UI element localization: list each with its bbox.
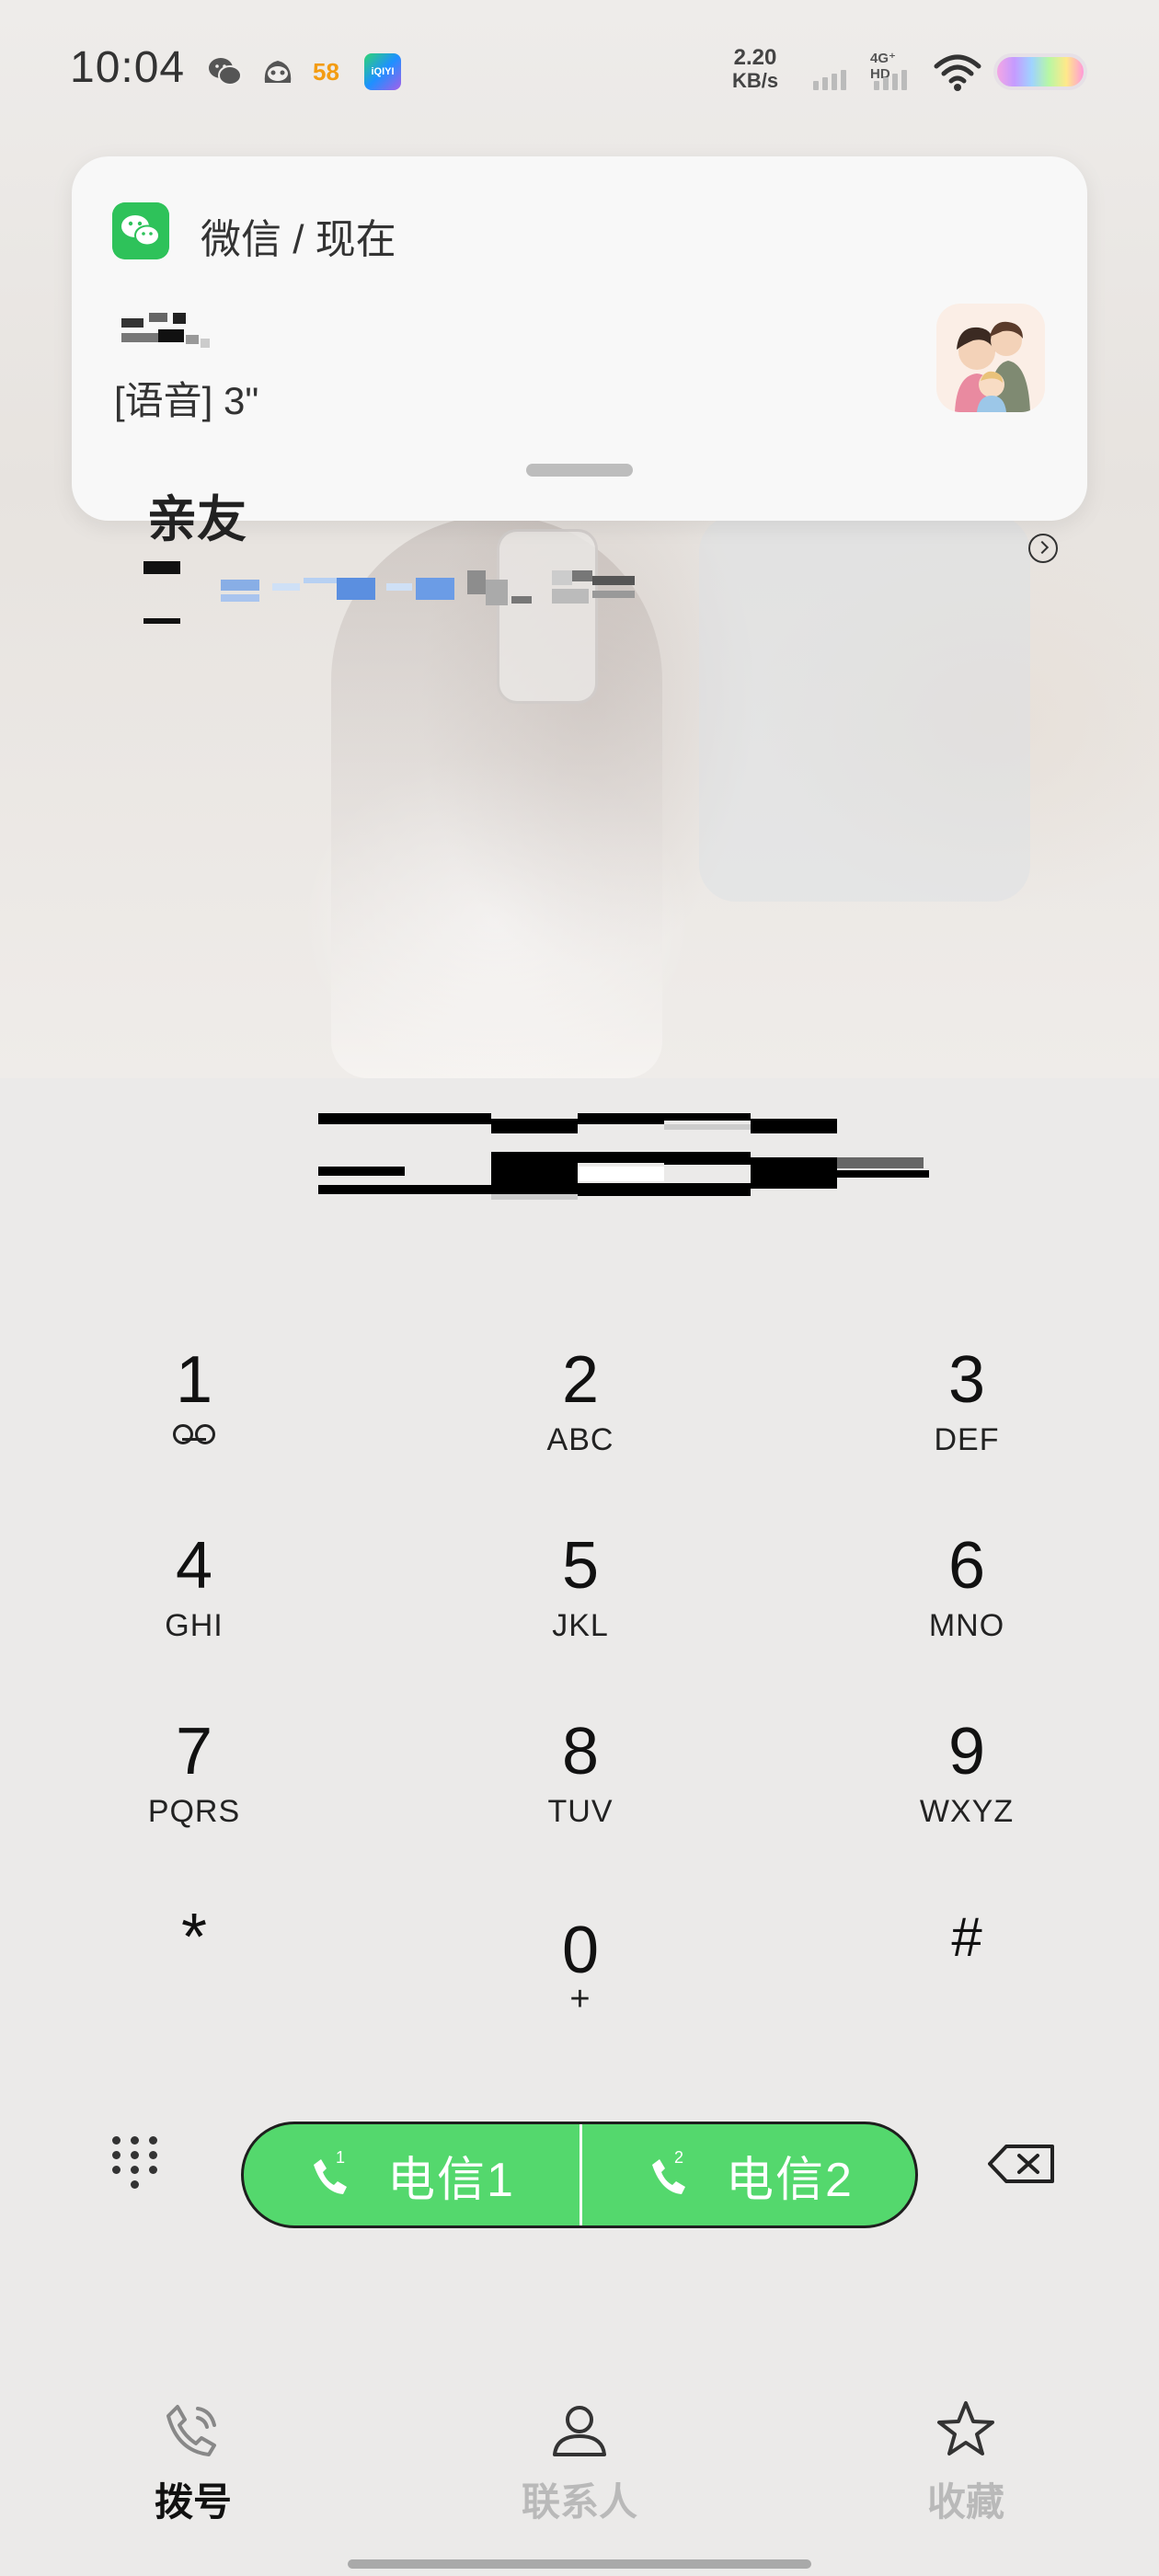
wechat-icon bbox=[209, 58, 242, 86]
status-bar: 10:04 58 iQIYI 2.20 KB/s 4G⁺ HD bbox=[0, 0, 1159, 138]
key-8[interactable]: 8 TUV bbox=[442, 1715, 718, 1871]
qq-icon bbox=[264, 61, 292, 83]
signal-sim1-icon bbox=[809, 52, 855, 92]
wifi-icon bbox=[934, 54, 981, 91]
key-7[interactable]: 7 PQRS bbox=[56, 1715, 332, 1871]
backspace-icon[interactable] bbox=[988, 2144, 1056, 2184]
phone-icon: 2 bbox=[647, 2148, 693, 2198]
key-4[interactable]: 4 GHI bbox=[56, 1529, 332, 1685]
person-icon bbox=[553, 2406, 606, 2456]
network-speed: 2.20 KB/s bbox=[731, 45, 779, 92]
notification-app-name: 微信 / 现在 bbox=[201, 217, 396, 262]
tab-contacts[interactable]: 联系人 bbox=[460, 2374, 699, 2530]
wechat-notification[interactable]: 微信 / 现在 [语音] 3" bbox=[72, 156, 1087, 521]
contact-name: 亲友 bbox=[147, 492, 247, 543]
key-6[interactable]: 6 MNO bbox=[829, 1529, 1105, 1685]
key-5[interactable]: 5 JKL bbox=[442, 1529, 718, 1685]
battery-icon bbox=[993, 53, 1087, 90]
notification-avatar bbox=[936, 304, 1045, 412]
tab-favorites[interactable]: 收藏 bbox=[846, 2374, 1085, 2530]
key-3[interactable]: 3 DEF bbox=[829, 1343, 1105, 1500]
dialpad-toggle-icon[interactable] bbox=[109, 2133, 166, 2190]
58-icon: 58 bbox=[313, 58, 339, 86]
phone-icon: 1 bbox=[308, 2148, 354, 2198]
wechat-app-icon bbox=[112, 202, 169, 259]
bottom-navigation: 拨号 联系人 收藏 bbox=[0, 2374, 1159, 2539]
contact-detail-icon[interactable] bbox=[1028, 534, 1058, 563]
key-1[interactable]: 1 bbox=[56, 1343, 332, 1500]
notification-sender-redacted bbox=[121, 309, 213, 364]
key-star[interactable]: * bbox=[56, 1901, 332, 2057]
iqiyi-icon: iQIYI bbox=[364, 53, 401, 90]
key-9[interactable]: 9 WXYZ bbox=[829, 1715, 1105, 1871]
wallpaper-decoration bbox=[699, 515, 1030, 902]
tab-dial[interactable]: 拨号 bbox=[74, 2374, 313, 2530]
notification-drag-handle[interactable] bbox=[526, 464, 633, 477]
notification-message: [语音] 3" bbox=[114, 379, 259, 422]
signal-sim2-icon: 4G⁺ HD bbox=[870, 51, 916, 92]
status-time: 10:04 bbox=[70, 43, 186, 92]
call-button-group: 1 电信1 2 电信2 bbox=[241, 2122, 918, 2228]
wallpaper-decoration bbox=[497, 529, 598, 704]
key-2[interactable]: 2 ABC bbox=[442, 1343, 718, 1500]
call-sim1-button[interactable]: 1 电信1 bbox=[244, 2124, 580, 2225]
call-sim2-button[interactable]: 2 电信2 bbox=[582, 2124, 915, 2225]
voicemail-icon bbox=[173, 1424, 215, 1444]
dialed-number-display-redacted bbox=[318, 1110, 929, 1200]
phone-call-icon bbox=[166, 2405, 216, 2456]
key-hash[interactable]: # bbox=[829, 1901, 1105, 2057]
key-0[interactable]: 0 + bbox=[442, 1914, 718, 2070]
star-icon bbox=[937, 2401, 994, 2455]
home-indicator[interactable] bbox=[348, 2559, 811, 2569]
